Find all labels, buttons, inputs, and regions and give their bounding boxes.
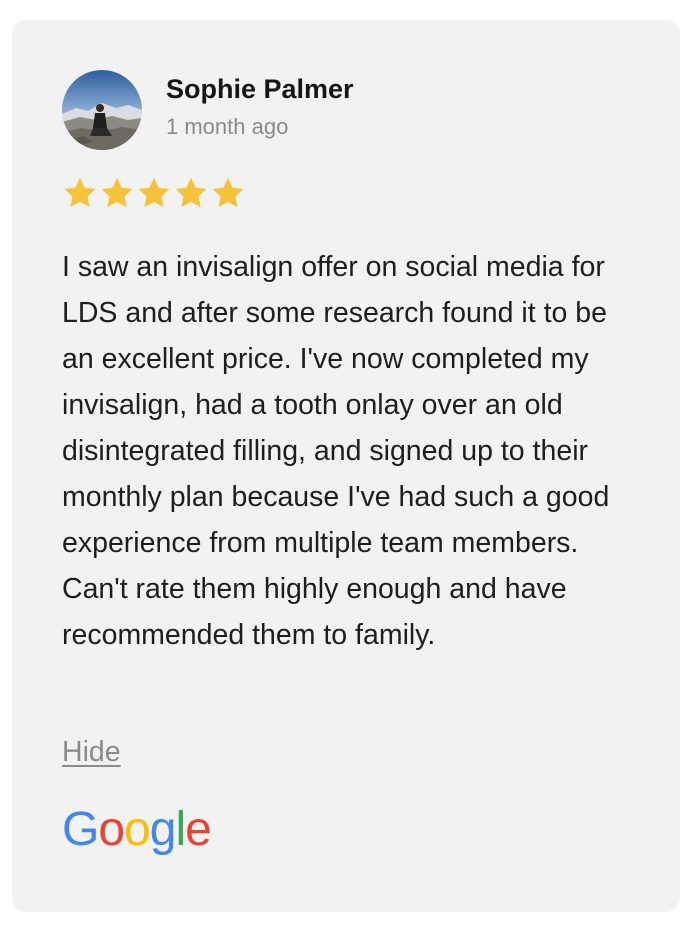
star-icon — [175, 177, 207, 208]
google-logo-letter: o — [124, 803, 151, 856]
hide-link[interactable]: Hide — [62, 732, 121, 772]
google-logo-letter: l — [175, 803, 186, 856]
google-logo-letter: e — [185, 803, 212, 856]
author-name: Sophie Palmer — [166, 74, 354, 104]
google-logo-letter: G — [62, 803, 99, 856]
star-icon — [64, 177, 96, 208]
star-icon — [212, 177, 244, 208]
google-logo-letter: g — [149, 803, 177, 856]
google-logo: Google — [62, 800, 212, 860]
review-date: 1 month ago — [166, 114, 289, 139]
review-card: Sophie Palmer 1 month ago I saw an invis… — [12, 20, 680, 912]
avatar — [62, 70, 142, 150]
star-rating — [62, 175, 246, 211]
author-info: Sophie Palmer 1 month ago — [166, 72, 354, 142]
google-logo-letter: o — [98, 803, 125, 856]
review-text: I saw an invisalign offer on social medi… — [62, 251, 610, 651]
star-icon — [138, 177, 170, 208]
avatar-photo — [62, 70, 142, 150]
star-icon — [101, 177, 133, 208]
review-header: Sophie Palmer 1 month ago — [62, 70, 354, 150]
